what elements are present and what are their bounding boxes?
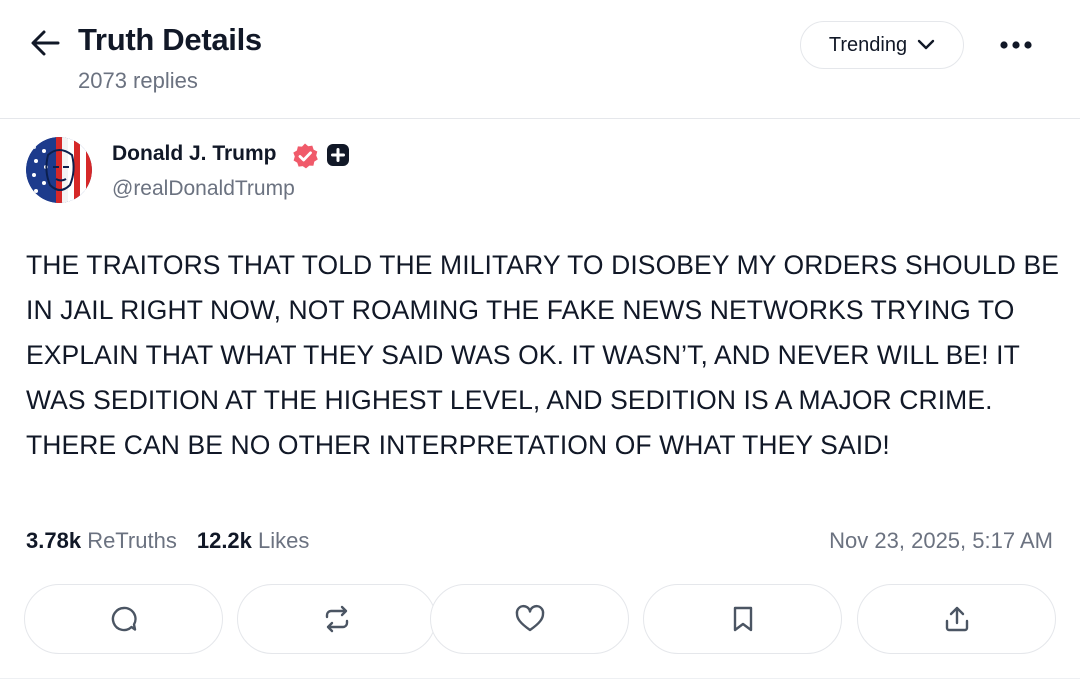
header-divider (0, 118, 1080, 119)
retruths-count: 3.78k (26, 528, 82, 553)
likes-label: Likes (258, 528, 310, 553)
like-button[interactable] (430, 584, 629, 654)
avatar-image (26, 137, 92, 203)
avatar[interactable] (26, 137, 92, 203)
retruth-icon (325, 605, 348, 633)
likes-stat[interactable]: 12.2k Likes (197, 528, 310, 554)
retruth-button[interactable] (237, 584, 436, 654)
bottom-divider (0, 678, 1080, 679)
sort-label: Trending (828, 33, 908, 56)
verified-badge-icon (291, 142, 319, 170)
sort-dropdown[interactable]: Trending (800, 21, 964, 69)
arrow-left-icon (31, 30, 60, 56)
chevron-down-icon (917, 39, 935, 50)
retruths-label: ReTruths (87, 528, 177, 553)
post-text: THE TRAITORS THAT TOLD THE MILITARY TO D… (26, 250, 1060, 460)
author-name[interactable]: Donald J. Trump (112, 142, 277, 166)
more-horizontal-icon (1000, 41, 1032, 49)
page-title: Truth Details (78, 22, 262, 57)
more-options-button[interactable] (996, 30, 1036, 60)
bookmark-button[interactable] (643, 584, 842, 654)
post-stats: 3.78k ReTruths 12.2k Likes (26, 528, 309, 554)
post-timestamp: Nov 23, 2025, 5:17 AM (829, 528, 1053, 553)
likes-count: 12.2k (196, 528, 252, 553)
share-icon (945, 606, 968, 632)
replies-count: 2073 replies (78, 68, 198, 93)
author-handle[interactable]: @realDonaldTrump (112, 177, 295, 201)
like-icon (515, 604, 544, 632)
action-bar (24, 584, 1057, 656)
plus-badge-icon (326, 143, 350, 167)
page-header: Truth Details 2073 replies Trending (0, 0, 1080, 118)
back-button[interactable] (28, 28, 62, 58)
retruths-stat[interactable]: 3.78k ReTruths (26, 528, 177, 554)
reply-icon (111, 606, 137, 632)
share-button[interactable] (857, 584, 1056, 654)
bookmark-icon (733, 606, 752, 632)
reply-button[interactable] (24, 584, 223, 654)
